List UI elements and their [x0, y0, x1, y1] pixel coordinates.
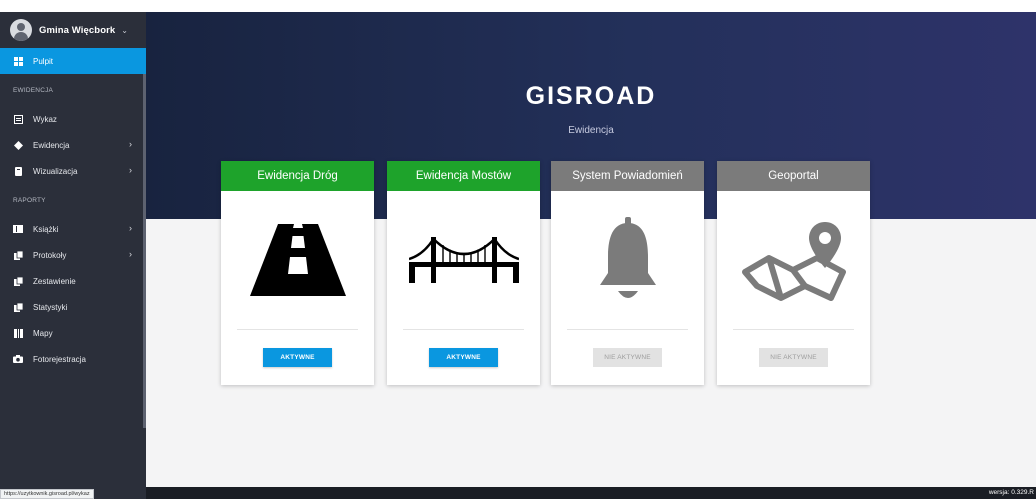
road-icon — [221, 213, 374, 307]
sidebar-item-label: Statystyki — [33, 302, 68, 312]
chevron-down-icon: ⌄ — [121, 25, 128, 35]
sidebar-item-statystyki[interactable]: Statystyki — [0, 294, 146, 320]
sidebar-item-label: Mapy — [33, 328, 53, 338]
sidebar-section-ewidencja: EWIDENCJA — [13, 86, 54, 94]
card-title: System Powiadomień — [551, 161, 704, 191]
chevron-right-icon: › — [129, 139, 132, 149]
sidebar-item-label: Wizualizacja — [33, 166, 78, 176]
sidebar-item-wizualizacja[interactable]: Wizualizacja › — [0, 158, 146, 184]
avatar — [10, 19, 32, 41]
card-divider — [567, 329, 688, 330]
chevron-right-icon: › — [129, 165, 132, 175]
sidebar-item-mapy[interactable]: Mapy — [0, 320, 146, 346]
dashboard-icon — [13, 56, 23, 66]
sidebar-section-raporty: RAPORTY — [13, 196, 46, 204]
sidebar-item-label: Zestawienie — [33, 276, 76, 286]
main-content: GISROAD Ewidencja Ewidencja Dróg AKTYWNE… — [146, 12, 1036, 487]
module-card-geoportal[interactable]: Geoportal NIE AKTYWNE — [717, 161, 870, 385]
copy-icon — [13, 250, 23, 260]
camera-icon — [13, 354, 23, 364]
map-pin-icon — [717, 213, 870, 307]
bridge-icon — [387, 213, 540, 307]
copy-icon — [13, 302, 23, 312]
visualization-icon — [13, 166, 23, 176]
sidebar-item-label: Protokoły — [33, 250, 67, 260]
page-title: GISROAD — [525, 82, 657, 110]
sidebar-item-label: Książki — [33, 224, 59, 234]
card-divider — [237, 329, 358, 330]
chevron-right-icon: › — [129, 249, 132, 259]
module-card-roads[interactable]: Ewidencja Dróg AKTYWNE — [221, 161, 374, 385]
status-bar-url: https://uzytkownik.gisroad.pl/wykaz — [0, 489, 94, 499]
sidebar-item-wykaz[interactable]: Wykaz — [0, 106, 146, 132]
sidebar-item-label: Fotorejestracja — [33, 354, 86, 364]
sidebar-item-ewidencja[interactable]: Ewidencja › — [0, 132, 146, 158]
card-title: Ewidencja Dróg — [221, 161, 374, 191]
copy-icon — [13, 276, 23, 286]
sidebar: Gmina Więcbork ⌄ Pulpit EWIDENCJA Wykaz … — [0, 12, 146, 499]
diamond-icon — [13, 140, 23, 150]
sidebar-item-label: Ewidencja — [33, 140, 70, 150]
version-label: wersja: 0.329.R — [988, 489, 1034, 496]
card-title: Geoportal — [717, 161, 870, 191]
sidebar-item-protokoly[interactable]: Protokoły › — [0, 242, 146, 268]
sidebar-item-label: Wykaz — [33, 114, 57, 124]
bell-icon — [551, 213, 704, 307]
card-divider — [403, 329, 524, 330]
sidebar-item-zestawienie[interactable]: Zestawienie — [0, 268, 146, 294]
page-subtitle: Ewidencja — [568, 125, 614, 136]
module-card-notifications[interactable]: System Powiadomień NIE AKTYWNE — [551, 161, 704, 385]
profile-name: Gmina Więcbork — [39, 24, 116, 36]
card-title: Ewidencja Mostów — [387, 161, 540, 191]
user-profile[interactable]: Gmina Więcbork ⌄ — [0, 12, 146, 48]
footer-bar: wersja: 0.329.R — [146, 487, 1036, 499]
book-icon — [13, 224, 23, 234]
map-icon — [13, 328, 23, 338]
sidebar-item-label: Pulpit — [33, 56, 54, 66]
card-divider — [733, 329, 854, 330]
sidebar-item-pulpit[interactable]: Pulpit — [0, 48, 146, 74]
module-card-bridges[interactable]: Ewidencja Mostów AKTYWNE — [387, 161, 540, 385]
card-status-button[interactable]: AKTYWNE — [429, 348, 498, 367]
card-status-button[interactable]: NIE AKTYWNE — [759, 348, 828, 367]
sidebar-item-ksiazki[interactable]: Książki › — [0, 216, 146, 242]
sidebar-item-fotorejestracja[interactable]: Fotorejestracja — [0, 346, 146, 372]
card-status-button[interactable]: AKTYWNE — [263, 348, 332, 367]
chevron-right-icon: › — [129, 223, 132, 233]
list-icon — [13, 114, 23, 124]
card-status-button[interactable]: NIE AKTYWNE — [593, 348, 662, 367]
